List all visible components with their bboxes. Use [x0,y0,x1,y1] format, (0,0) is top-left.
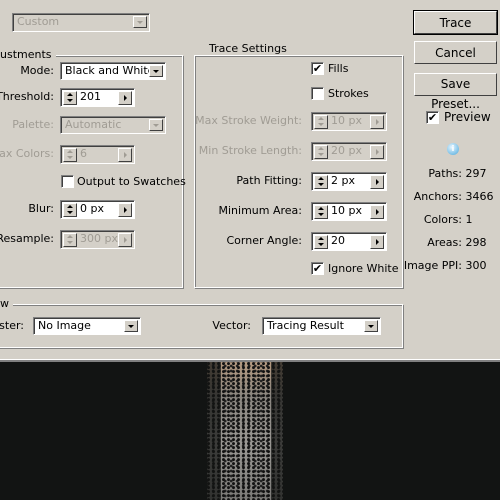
raster-value: No Image [38,319,91,332]
output-swatches-checkbox[interactable] [61,175,74,188]
threshold-value: 201 [80,90,101,103]
blur-value: 0 px [80,202,104,215]
output-swatches-label: Output to Swatches [77,175,186,188]
spinner-icon[interactable] [314,175,328,189]
traced-image-preview [207,362,283,500]
preset-value: Custom [17,15,60,28]
corner-angle-value: 20 [331,234,345,247]
spinner-icon[interactable] [314,235,328,249]
raster-dropdown[interactable]: No Image [33,317,141,335]
fills-label: Fills [328,62,349,75]
mode-dropdown[interactable]: Black and White [60,62,166,80]
chevron-right-icon[interactable] [370,115,384,129]
chevron-down-icon[interactable] [124,320,138,332]
strokes-label: Strokes [328,87,369,100]
stat-areas: Areas: 298 [427,236,487,249]
max-stroke-weight-label: Max Stroke Weight: [195,114,302,127]
palette-dropdown[interactable]: Automatic [60,116,166,134]
path-fitting-stepper[interactable]: 2 px [311,172,387,191]
chevron-right-icon[interactable] [118,91,132,105]
info-icon: i [447,143,459,155]
spinner-icon[interactable] [63,203,77,217]
path-fitting-label: Path Fitting: [236,174,302,187]
max-colors-value: 6 [80,147,87,160]
min-stroke-length-value: 20 px [331,144,362,157]
blur-stepper[interactable]: 0 px [60,200,135,219]
view-title: w [0,298,13,310]
spinner-icon[interactable] [314,205,328,219]
preview-checkbox[interactable]: ✔ [426,111,439,124]
mode-value: Black and White [65,64,155,77]
minimum-area-stepper[interactable]: 10 px [311,202,387,221]
palette-value: Automatic [65,118,122,131]
spinner-icon[interactable] [314,145,328,159]
spinner-icon[interactable] [63,233,77,247]
max-colors-stepper[interactable]: 6 [60,145,135,164]
cancel-button[interactable]: Cancel [414,41,497,64]
minimum-area-label: Minimum Area: [218,204,303,217]
spinner-icon[interactable] [63,148,77,162]
chevron-right-icon[interactable] [118,203,132,217]
chevron-right-icon[interactable] [370,145,384,159]
chevron-down-icon[interactable] [133,16,147,28]
preset-dropdown[interactable]: Custom [12,13,150,32]
chevron-down-icon[interactable] [149,119,163,131]
spinner-icon[interactable] [314,115,328,129]
palette-label: Palette: [12,118,54,131]
path-fitting-value: 2 px [331,174,355,187]
raster-label: aster: [0,319,24,332]
corner-angle-label: Corner Angle: [226,234,302,247]
resample-label: Resample: [0,232,54,245]
adjustments-title: ustments [0,49,56,61]
threshold-label: Threshold: [0,90,54,103]
trace-button[interactable]: Trace [413,10,498,35]
stat-anchors: Anchors: 3466 [413,190,494,203]
blur-label: Blur: [28,202,54,215]
resample-stepper[interactable]: 300 px [60,230,135,249]
ignore-white-checkbox[interactable]: ✔ [311,262,324,275]
min-stroke-length-stepper[interactable]: 20 px [311,142,387,161]
max-colors-label: Max Colors: [0,147,54,160]
chevron-down-icon[interactable] [149,65,163,77]
vector-label: Vector: [212,319,251,332]
ignore-white-label: Ignore White [328,262,399,275]
stat-image-ppi: Image PPI: 300 [403,259,487,272]
strokes-checkbox[interactable] [311,87,324,100]
chevron-down-icon[interactable] [364,320,378,332]
threshold-stepper[interactable]: 201 [60,88,135,107]
max-stroke-weight-value: 10 px [331,114,362,127]
chevron-right-icon[interactable] [370,205,384,219]
corner-angle-stepper[interactable]: 20 [311,232,387,251]
chevron-right-icon[interactable] [118,148,132,162]
preview-label: Preview [444,110,491,124]
chevron-right-icon[interactable] [370,235,384,249]
spinner-icon[interactable] [63,91,77,105]
minimum-area-value: 10 px [331,204,362,217]
chevron-right-icon[interactable] [370,175,384,189]
stat-paths: Paths: 297 [428,167,487,180]
vector-value: Tracing Result [267,319,344,332]
vector-dropdown[interactable]: Tracing Result [262,317,381,335]
mode-label: Mode: [20,64,54,77]
fills-checkbox[interactable]: ✔ [311,62,324,75]
trace-settings-title: Trace Settings [205,43,291,55]
stat-colors: Colors: 1 [423,213,473,226]
max-stroke-weight-stepper[interactable]: 10 px [311,112,387,131]
chevron-right-icon[interactable] [118,233,132,247]
save-preset-button[interactable]: Save Preset... [414,73,497,111]
min-stroke-length-label: Min Stroke Length: [198,144,302,157]
resample-value: 300 px [80,232,118,245]
